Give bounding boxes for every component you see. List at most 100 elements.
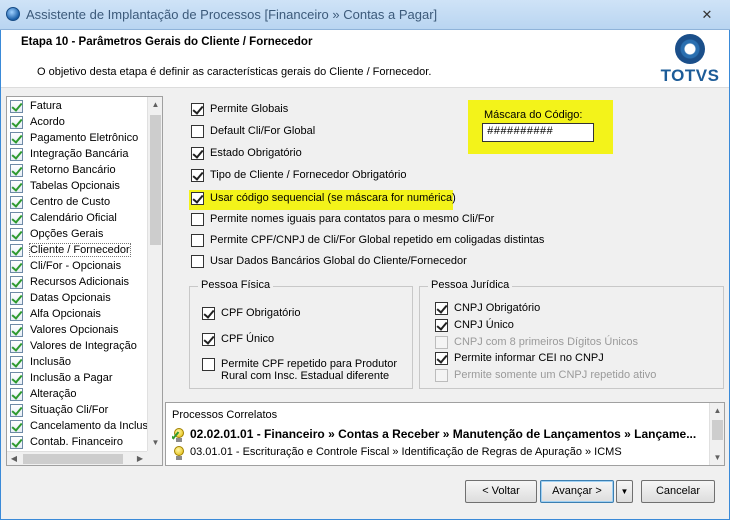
sidebar-step-item[interactable]: Situação Cli/For	[10, 403, 150, 419]
sidebar-step-label: Situação Cli/For	[30, 404, 109, 416]
sidebar-step-label: Alteração	[30, 388, 77, 400]
step-complete-check-icon	[10, 132, 23, 145]
scroll-up-arrow-icon[interactable]: ▲	[148, 97, 162, 113]
related-process-row[interactable]: 02.02.01.01 - Financeiro » Contas a Rece…	[172, 427, 702, 443]
sidebar-step-item[interactable]: Inclusão	[10, 355, 150, 371]
checkbox[interactable]	[191, 255, 204, 268]
sidebar-step-item[interactable]: Acordo	[10, 115, 150, 131]
checkbox-label-line2: Rural com Insc. Estadual diferente	[221, 370, 390, 382]
sidebar-step-label: Integração Bancária	[30, 148, 129, 160]
step-complete-check-icon	[10, 228, 23, 241]
checkbox[interactable]	[191, 192, 204, 205]
step-complete-check-icon	[10, 148, 23, 161]
steps-list[interactable]: Contab. Financeiro Cancelamento da Inclus…	[6, 96, 163, 466]
step-complete-check-icon	[10, 308, 23, 321]
steps-horizontal-scrollbar[interactable]: ◀ ▶	[7, 451, 147, 465]
checkbox[interactable]	[435, 352, 448, 365]
sidebar-step-item[interactable]: Valores Opcionais	[10, 323, 150, 339]
sidebar-step-item[interactable]: Tabelas Opcionais	[10, 179, 150, 195]
sidebar-step-item[interactable]: Inclusão a Pagar	[10, 371, 150, 387]
step-complete-check-icon	[10, 260, 23, 273]
step-complete-check-icon	[10, 212, 23, 225]
checkbox-label: Tipo de Cliente / Fornecedor Obrigatório	[210, 169, 407, 181]
checkbox-label: Permite Globais	[210, 103, 289, 115]
related-process-row[interactable]: 03.01.01 - Escrituração e Controle Fisca…	[172, 445, 702, 461]
sidebar-step-label: Cli/For - Opcionais	[30, 260, 122, 272]
checkbox[interactable]	[191, 213, 204, 226]
step-complete-check-icon	[10, 180, 23, 193]
checkbox-label: CNPJ Único	[454, 319, 514, 331]
sidebar-step-item[interactable]: Alfa Opcionais	[10, 307, 150, 323]
checkbox-label: CPF Obrigatório	[221, 307, 301, 319]
step-complete-check-icon	[10, 100, 23, 113]
scroll-right-arrow-icon[interactable]: ▶	[133, 452, 147, 465]
sidebar-step-item[interactable]: Alteração	[10, 387, 150, 403]
sidebar-step-label: Valores de Integração	[30, 340, 137, 352]
totvs-logo-icon	[675, 34, 705, 64]
next-dropdown-button[interactable]: ▼	[616, 480, 633, 503]
sidebar-step-item[interactable]: Contab. Financeiro	[10, 435, 150, 451]
step-header: Etapa 10 - Parâmetros Gerais do Cliente …	[1, 30, 729, 88]
cancel-button[interactable]: Cancelar	[641, 480, 715, 503]
step-complete-check-icon	[10, 372, 23, 385]
step-complete-check-icon	[10, 116, 23, 129]
checkbox[interactable]	[435, 302, 448, 315]
sidebar-step-label: Pagamento Eletrônico	[30, 132, 139, 144]
scroll-thumb[interactable]	[150, 115, 161, 245]
related-process-text[interactable]: 03.01.01 - Escrituração e Controle Fisca…	[190, 446, 622, 458]
sidebar-step-item[interactable]: Valores de Integração	[10, 339, 150, 355]
bulb-shape	[174, 446, 184, 456]
sidebar-step-item[interactable]: Datas Opcionais	[10, 291, 150, 307]
sidebar-step-item[interactable]: Centro de Custo	[10, 195, 150, 211]
step-description: O objetivo desta etapa é definir as cara…	[37, 66, 432, 78]
wizard-client-area: Etapa 10 - Parâmetros Gerais do Cliente …	[1, 30, 729, 519]
checkbox-label: Permite somente um CNPJ repetido ativo	[454, 369, 657, 381]
sidebar-step-label: Calendário Oficial	[30, 212, 117, 224]
checkbox-label: Permite CPF/CNPJ de Cli/For Global repet…	[210, 234, 545, 246]
sidebar-step-item[interactable]: Cliente / Fornecedor	[10, 243, 150, 259]
step-complete-check-icon	[10, 324, 23, 337]
sidebar-step-item[interactable]: Pagamento Eletrônico	[10, 131, 150, 147]
scroll-left-arrow-icon[interactable]: ◀	[7, 452, 21, 465]
checkbox-label: CNPJ Obrigatório	[454, 302, 541, 314]
scroll-down-arrow-icon[interactable]: ▼	[710, 450, 724, 465]
scroll-thumb[interactable]	[23, 454, 123, 464]
bulb-base	[176, 456, 182, 460]
checkbox-label: Default Cli/For Global	[210, 125, 316, 137]
checkbox[interactable]	[202, 358, 215, 371]
scroll-down-arrow-icon[interactable]: ▼	[148, 435, 162, 451]
scroll-up-arrow-icon[interactable]: ▲	[710, 403, 724, 418]
checkbox[interactable]	[191, 234, 204, 247]
sidebar-step-label: Datas Opcionais	[30, 292, 111, 304]
checkbox[interactable]	[191, 125, 204, 138]
sidebar-step-label: Inclusão a Pagar	[30, 372, 113, 384]
sidebar-step-item[interactable]: Cancelamento da Inclusã	[10, 419, 150, 435]
scroll-corner	[147, 451, 162, 465]
sidebar-step-item[interactable]: Cli/For - Opcionais	[10, 259, 150, 275]
back-button[interactable]: < Voltar	[465, 480, 537, 503]
step-complete-check-icon	[10, 276, 23, 289]
related-process-text[interactable]: 02.02.01.01 - Financeiro » Contas a Rece…	[190, 427, 696, 441]
sidebar-step-item[interactable]: Fatura	[10, 99, 150, 115]
next-button[interactable]: Avançar >	[540, 480, 614, 503]
related-vertical-scrollbar[interactable]: ▲ ▼	[709, 403, 724, 465]
checkbox[interactable]	[202, 333, 215, 346]
checkbox[interactable]	[435, 319, 448, 332]
mask-input[interactable]: ##########	[482, 123, 594, 142]
sidebar-step-label: Valores Opcionais	[30, 324, 119, 336]
checkbox[interactable]	[191, 103, 204, 116]
sidebar-step-item[interactable]: Opções Gerais	[10, 227, 150, 243]
steps-vertical-scrollbar[interactable]: ▲ ▼	[147, 97, 162, 451]
checkbox[interactable]	[191, 147, 204, 160]
sidebar-step-label: Recursos Adicionais	[30, 276, 130, 288]
sidebar-step-item[interactable]: Integração Bancária	[10, 147, 150, 163]
checkbox[interactable]	[191, 169, 204, 182]
sidebar-step-item[interactable]: Recursos Adicionais	[10, 275, 150, 291]
step-complete-check-icon	[10, 356, 23, 369]
sidebar-step-item[interactable]: Retorno Bancário	[10, 163, 150, 179]
close-button[interactable]: ✕	[694, 6, 720, 24]
checkbox	[435, 336, 448, 349]
sidebar-step-item[interactable]: Calendário Oficial	[10, 211, 150, 227]
scroll-thumb[interactable]	[712, 420, 723, 440]
checkbox[interactable]	[202, 307, 215, 320]
